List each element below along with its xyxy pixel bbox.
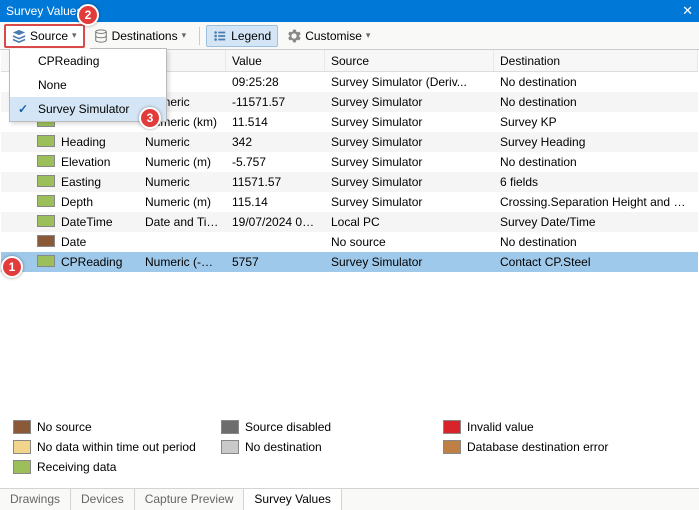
callout-3: 3 — [139, 107, 161, 129]
table-row[interactable]: DepthNumeric (m)115.14Survey SimulatorCr… — [1, 192, 698, 212]
list-icon — [213, 29, 227, 43]
customise-button[interactable]: Customise ▾ — [280, 25, 377, 47]
table-row[interactable]: CPReadingNumeric (-m...5757Survey Simula… — [1, 252, 698, 272]
legend-item: No source — [13, 420, 221, 434]
legend-item: Database destination error — [443, 440, 643, 454]
dropdown-item[interactable]: None — [10, 73, 166, 97]
destinations-label: Destinations — [112, 29, 178, 43]
tab-capture-preview[interactable]: Capture Preview — [135, 489, 245, 510]
legend-label: No source — [37, 420, 92, 434]
separator — [199, 27, 200, 45]
legend-label: Legend — [231, 29, 271, 43]
col-source[interactable]: Source — [325, 50, 494, 71]
legend-item: Source disabled — [221, 420, 443, 434]
legend-label: Source disabled — [245, 420, 331, 434]
bottom-tabs: Drawings Devices Capture Preview Survey … — [0, 488, 699, 510]
legend-item: No data within time out period — [13, 440, 221, 454]
chevron-down-icon: ▾ — [72, 30, 77, 41]
table-row[interactable]: ElevationNumeric (m)-5.757Survey Simulat… — [1, 152, 698, 172]
legend-label: No destination — [245, 440, 322, 454]
chevron-down-icon: ▾ — [182, 30, 187, 41]
dropdown-item[interactable]: CPReading — [10, 49, 166, 73]
toolbar: Source ▾ Destinations ▾ Legend Customise… — [0, 22, 699, 50]
database-icon — [94, 29, 108, 43]
customise-label: Customise — [305, 29, 362, 43]
table-row[interactable]: DateTimeDate and Time19/07/2024 09:25:..… — [1, 212, 698, 232]
col-value[interactable]: Value — [226, 50, 325, 71]
tab-devices[interactable]: Devices — [71, 489, 135, 510]
legend-item: No destination — [221, 440, 443, 454]
legend-label: Receiving data — [37, 460, 116, 474]
callout-2: 2 — [77, 4, 99, 26]
callout-1: 1 — [1, 256, 23, 278]
tab-drawings[interactable]: Drawings — [0, 489, 71, 510]
legend-button[interactable]: Legend — [206, 25, 278, 47]
legend-label: No data within time out period — [37, 440, 196, 454]
chevron-down-icon: ▾ — [366, 30, 371, 41]
source-label: Source — [30, 29, 68, 43]
destinations-button[interactable]: Destinations ▾ — [87, 25, 194, 47]
legend-item: Invalid value — [443, 420, 643, 434]
gear-icon — [287, 29, 301, 43]
col-dest[interactable]: Destination — [494, 50, 698, 71]
table-row[interactable]: EastingNumeric11571.57Survey Simulator6 … — [1, 172, 698, 192]
window-title: Survey Values — [6, 4, 693, 18]
close-icon[interactable]: ✕ — [682, 3, 693, 19]
legend-item: Receiving data — [13, 460, 221, 474]
title-bar: Survey Values ✕ — [0, 0, 699, 22]
tab-survey-values[interactable]: Survey Values — [244, 489, 341, 510]
legend-label: Invalid value — [467, 420, 534, 434]
legend-panel: No source Source disabled Invalid value … — [1, 412, 698, 486]
table-row[interactable]: DateNo sourceNo destination — [1, 232, 698, 252]
table-row[interactable]: HeadingNumeric342Survey SimulatorSurvey … — [1, 132, 698, 152]
source-button[interactable]: Source ▾ — [4, 24, 85, 48]
layers-icon — [12, 29, 26, 43]
legend-label: Database destination error — [467, 440, 608, 454]
